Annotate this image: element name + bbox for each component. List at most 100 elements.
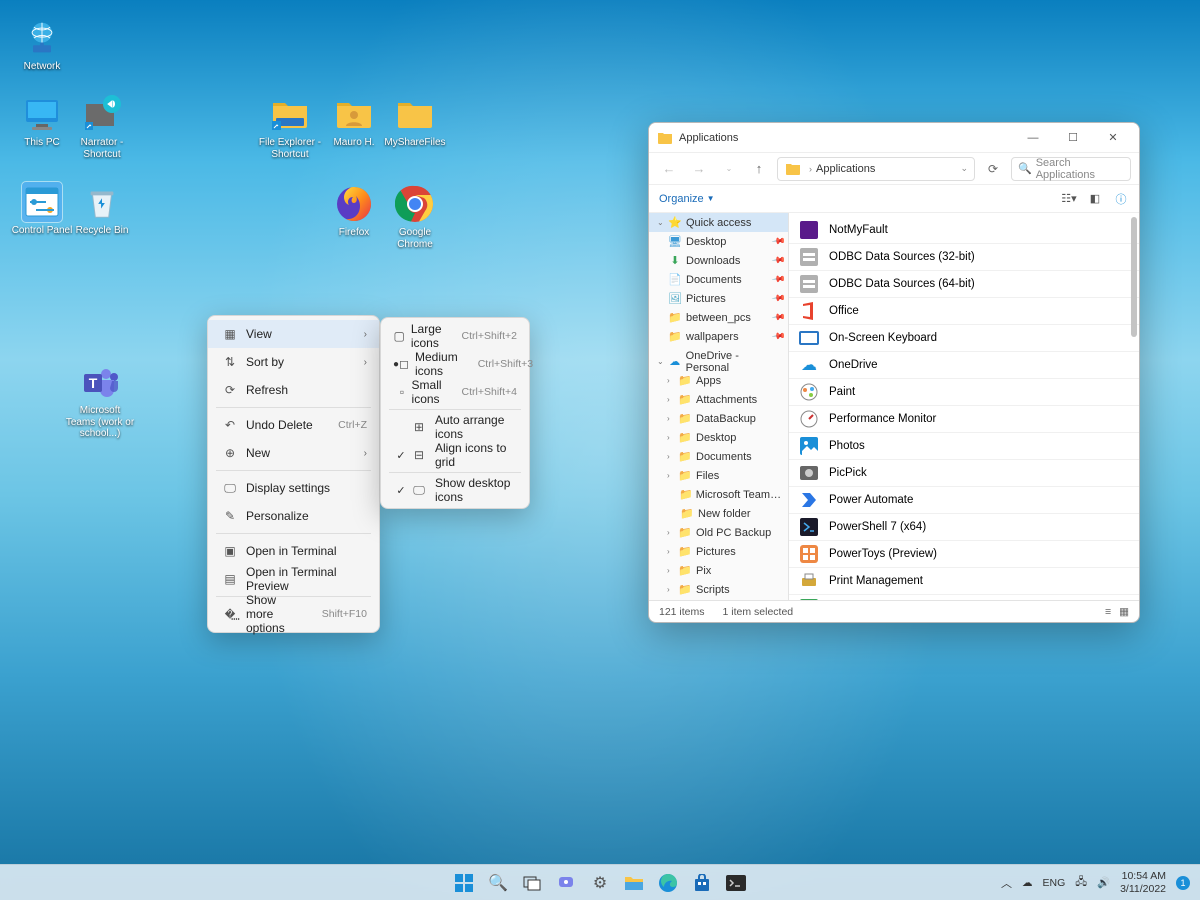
desktop-icon-control-panel[interactable]: Control Panel (10, 182, 74, 237)
desktop-icon-firefox[interactable]: Firefox (322, 184, 386, 239)
menu-new[interactable]: ⊕ New › (208, 439, 379, 467)
address-bar[interactable]: › Applications ⌄ (777, 157, 975, 181)
terminal-button[interactable] (722, 869, 750, 897)
sidebar-old-backup[interactable]: ›📁Old PC Backup (649, 523, 788, 542)
file-explorer-button[interactable] (620, 869, 648, 897)
sidebar-scripts[interactable]: ›📁Scripts (649, 580, 788, 599)
close-button[interactable]: ✕ (1093, 124, 1133, 152)
menu-open-terminal[interactable]: ▣ Open in Terminal (208, 537, 379, 565)
menu-open-terminal-preview[interactable]: ▤ Open in Terminal Preview (208, 565, 379, 593)
file-item-odbc32[interactable]: ODBC Data Sources (32-bit) (789, 244, 1139, 271)
search-button[interactable]: 🔍 (484, 869, 512, 897)
file-item-power-automate[interactable]: Power Automate (789, 487, 1139, 514)
sidebar-pictures2[interactable]: ›📁Pictures (649, 542, 788, 561)
desktop-icon-file-explorer[interactable]: File Explorer - Shortcut (258, 94, 322, 160)
sidebar-pictures[interactable]: 🖼Pictures📌 (649, 289, 788, 308)
desktop-icon-this-pc[interactable]: This PC (10, 94, 74, 149)
sidebar-documents[interactable]: 📄Documents📌 (649, 270, 788, 289)
submenu-auto-arrange[interactable]: ⊞ Auto arrange icons (381, 413, 529, 441)
recent-dropdown[interactable]: ⌄ (717, 157, 741, 181)
menu-sort-by[interactable]: ⇅ Sort by › (208, 348, 379, 376)
desktop-icon-recycle-bin[interactable]: Recycle Bin (70, 182, 134, 237)
menu-view[interactable]: ▦ View › (208, 320, 379, 348)
chat-button[interactable] (552, 869, 580, 897)
task-view-button[interactable] (518, 869, 546, 897)
desktop-icon-myshare[interactable]: MyShareFiles (383, 94, 447, 149)
sidebar-teams-chat[interactable]: 📁Microsoft Teams Chat Files (649, 485, 788, 504)
file-list[interactable]: NotMyFault ODBC Data Sources (32-bit) OD… (789, 213, 1139, 600)
file-item-powertoys[interactable]: PowerToys (Preview) (789, 541, 1139, 568)
details-view-button[interactable]: ≡ (1105, 606, 1111, 618)
scrollbar[interactable] (1131, 217, 1137, 596)
sidebar-apps[interactable]: ›📁Apps (649, 371, 788, 390)
menu-show-more[interactable]: �⵿ Show more options Shift+F10 (208, 600, 379, 628)
sidebar-new-folder[interactable]: 📁New folder (649, 504, 788, 523)
edge-button[interactable] (654, 869, 682, 897)
cloud-tray-icon[interactable]: ☁ (1022, 877, 1033, 889)
navigation-sidebar[interactable]: ⌄⭐Quick access 🖥Desktop📌 ⬇Downloads📌 📄Do… (649, 213, 789, 600)
organize-button[interactable]: Organize ▼ (659, 193, 715, 205)
submenu-show-desktop-icons[interactable]: ✓ 🖵 Show desktop icons (381, 476, 529, 504)
volume-tray-icon[interactable]: 🔊 (1097, 876, 1110, 889)
file-item-osk[interactable]: On-Screen Keyboard (789, 325, 1139, 352)
desktop-icon-chrome[interactable]: Google Chrome (383, 184, 447, 250)
menu-undo-delete[interactable]: ↶ Undo Delete Ctrl+Z (208, 411, 379, 439)
thumbnails-view-button[interactable]: ▦ (1119, 606, 1129, 618)
menu-refresh[interactable]: ⟳ Refresh (208, 376, 379, 404)
sidebar-between-pcs[interactable]: 📁between_pcs📌 (649, 308, 788, 327)
file-item-perfmon[interactable]: Performance Monitor (789, 406, 1139, 433)
up-button[interactable]: ↑ (747, 157, 771, 181)
chevron-down-icon[interactable]: ⌄ (960, 163, 968, 174)
search-input[interactable]: 🔍 Search Applications (1011, 157, 1131, 181)
submenu-small-icons[interactable]: ▫ Small icons Ctrl+Shift+4 (381, 378, 529, 406)
file-item-odbc64[interactable]: ODBC Data Sources (64-bit) (789, 271, 1139, 298)
file-item-procexp[interactable]: Process Explorer (789, 595, 1139, 600)
sidebar-files[interactable]: ›📁Files (649, 466, 788, 485)
file-item-powershell[interactable]: PowerShell 7 (x64) (789, 514, 1139, 541)
minimize-button[interactable]: — (1013, 124, 1053, 152)
menu-display-settings[interactable]: 🖵 Display settings (208, 474, 379, 502)
titlebar[interactable]: Applications — ☐ ✕ (649, 123, 1139, 153)
submenu-large-icons[interactable]: ▢ Large icons Ctrl+Shift+2 (381, 322, 529, 350)
desktop-icon-network[interactable]: Network (10, 18, 74, 73)
submenu-align-grid[interactable]: ✓ ⊟ Align icons to grid (381, 441, 529, 469)
sidebar-desktop2[interactable]: ›📁Desktop (649, 428, 788, 447)
forward-button[interactable]: → (687, 157, 711, 181)
breadcrumb-segment[interactable]: Applications (816, 163, 875, 175)
file-item-picpick[interactable]: PicPick (789, 460, 1139, 487)
sidebar-desktop[interactable]: 🖥Desktop📌 (649, 232, 788, 251)
help-button[interactable]: ⓘ (1113, 191, 1129, 207)
notification-badge[interactable]: 1 (1176, 876, 1190, 890)
store-button[interactable] (688, 869, 716, 897)
sidebar-wallpapers[interactable]: 📁wallpapers📌 (649, 327, 788, 346)
file-item-printmgmt[interactable]: Print Management (789, 568, 1139, 595)
desktop-icon-mauro[interactable]: Mauro H. (322, 94, 386, 149)
sidebar-onedrive[interactable]: ⌄☁OneDrive - Personal (649, 352, 788, 371)
sidebar-downloads[interactable]: ⬇Downloads📌 (649, 251, 788, 270)
maximize-button[interactable]: ☐ (1053, 124, 1093, 152)
file-item-paint[interactable]: Paint (789, 379, 1139, 406)
view-options-button[interactable]: ☷▾ (1061, 191, 1077, 207)
sidebar-databackup[interactable]: ›📁DataBackup (649, 409, 788, 428)
network-tray-icon[interactable]: 🖧 (1075, 874, 1087, 892)
sidebar-quick-access[interactable]: ⌄⭐Quick access (649, 213, 788, 232)
file-item-notmyfault[interactable]: NotMyFault (789, 217, 1139, 244)
desktop-icon-narrator[interactable]: Narrator - Shortcut (70, 94, 134, 160)
start-button[interactable] (450, 869, 478, 897)
sidebar-documents2[interactable]: ›📁Documents (649, 447, 788, 466)
back-button[interactable]: ← (657, 157, 681, 181)
clock[interactable]: 10:54 AM 3/11/2022 (1120, 870, 1166, 894)
language-indicator[interactable]: ENG (1043, 877, 1066, 889)
sidebar-pix[interactable]: ›📁Pix (649, 561, 788, 580)
file-item-onedrive[interactable]: ☁OneDrive (789, 352, 1139, 379)
taskbar[interactable]: 🔍 ⚙ ︿ ☁ ENG 🖧 🔊 10:54 AM 3/11/2022 1 (0, 864, 1200, 900)
sidebar-attachments[interactable]: ›📁Attachments (649, 390, 788, 409)
tray-overflow-button[interactable]: ︿ (1001, 875, 1012, 891)
scrollbar-thumb[interactable] (1131, 217, 1137, 337)
menu-personalize[interactable]: ✎ Personalize (208, 502, 379, 530)
desktop-icon-teams[interactable]: T Microsoft Teams (work or school...) (64, 362, 136, 440)
refresh-button[interactable]: ⟳ (981, 157, 1005, 181)
submenu-medium-icons[interactable]: ● ◻ Medium icons Ctrl+Shift+3 (381, 350, 529, 378)
file-item-photos[interactable]: Photos (789, 433, 1139, 460)
preview-pane-button[interactable]: ◧ (1087, 191, 1103, 207)
